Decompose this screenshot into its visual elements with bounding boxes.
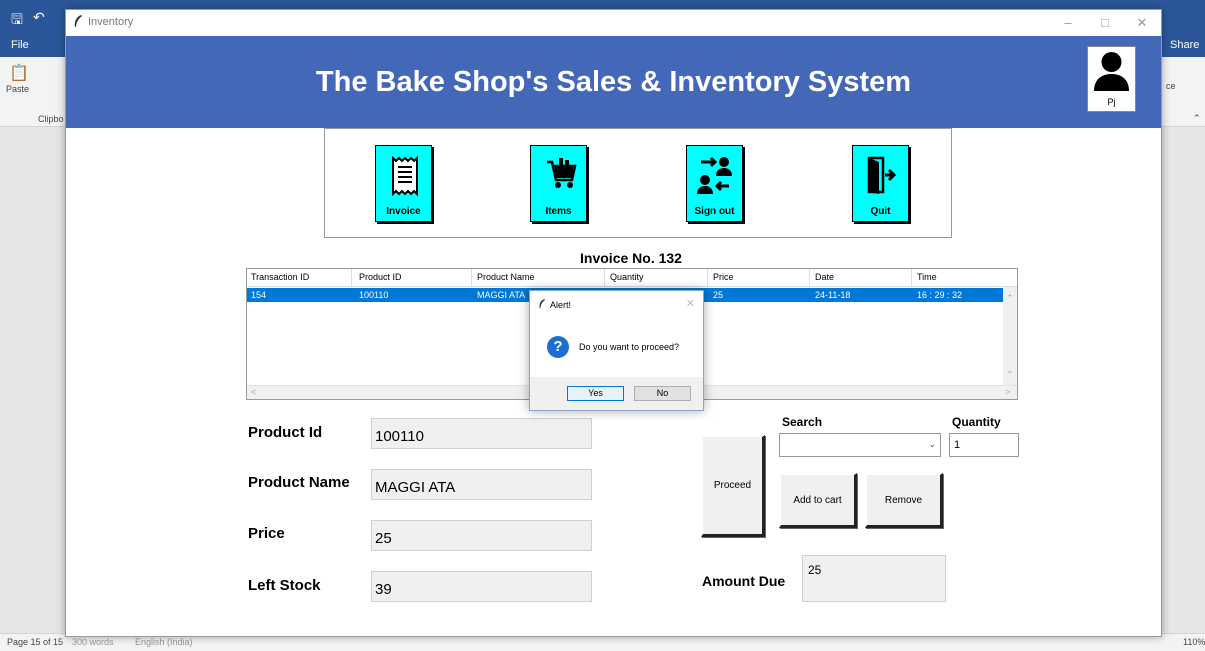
exit-door-icon — [867, 156, 897, 194]
chevron-down-icon[interactable]: ⌄ — [928, 439, 936, 450]
alert-dialog: Alert! ✕ ? Do you want to proceed? Yes N… — [529, 290, 704, 411]
paste-icon[interactable]: 📋 — [9, 63, 29, 83]
amount-due-field[interactable]: 25 — [802, 555, 946, 602]
signout-button[interactable]: Sign out — [686, 145, 743, 222]
table-cell: 100110 — [359, 290, 389, 300]
cart-icon — [547, 158, 577, 188]
price-field[interactable]: 25 — [371, 520, 592, 551]
word-share-button[interactable]: Share — [1170, 39, 1199, 51]
word-tab-file[interactable]: File — [11, 39, 29, 51]
status-page[interactable]: Page 15 of 15 — [7, 637, 63, 647]
left-stock-field[interactable]: 39 — [371, 571, 592, 602]
vertical-scrollbar[interactable]: ⌃ ⌄ — [1003, 287, 1017, 385]
minimize-icon[interactable]: – — [1054, 13, 1082, 33]
table-cell: 25 — [713, 290, 724, 300]
status-words[interactable]: 300 words — [72, 637, 114, 647]
ribbon-collapse-icon[interactable]: ⌃ — [1193, 113, 1201, 124]
save-icon[interactable]: 🖫 — [11, 9, 23, 33]
alert-footer: Yes No — [530, 377, 703, 410]
quit-button-label: Quit — [870, 206, 891, 217]
app-title: The Bake Shop's Sales & Inventory System — [315, 66, 912, 98]
amount-due-label: Amount Due — [702, 573, 786, 589]
alert-title: Alert! — [550, 300, 572, 310]
table-cell: MAGGI ATA — [477, 290, 526, 300]
invoice-number: Invoice No. 132 — [580, 250, 682, 266]
price-label: Price — [248, 525, 285, 542]
search-label: Search — [782, 415, 823, 429]
app-header: The Bake Shop's Sales & Inventory System… — [66, 36, 1161, 128]
left-stock-label: Left Stock — [248, 577, 321, 594]
feather-icon — [539, 299, 546, 309]
product-name-field[interactable]: MAGGI ATA — [371, 469, 592, 500]
window-title: Inventory — [88, 16, 134, 28]
ribbon-fragment-right: ce — [1166, 81, 1176, 91]
items-button-label: Items — [545, 206, 572, 217]
scroll-left-icon[interactable]: < — [251, 387, 256, 397]
column-header[interactable]: Transaction ID — [251, 272, 309, 282]
quit-button[interactable]: Quit — [852, 145, 909, 222]
column-header[interactable]: Quantity — [610, 272, 644, 282]
quantity-label: Quantity — [952, 415, 1001, 429]
column-header[interactable]: Product Name — [477, 272, 535, 282]
close-icon[interactable]: ✕ — [1128, 13, 1156, 33]
table-cell: 24-11-18 — [815, 290, 851, 300]
undo-icon[interactable]: ↶ — [33, 9, 45, 26]
status-zoom[interactable]: 110% — [1183, 637, 1205, 647]
scroll-right-icon[interactable]: > — [1005, 387, 1010, 397]
column-header[interactable]: Date — [815, 272, 834, 282]
user-avatar[interactable]: Pj — [1087, 46, 1136, 112]
toolbar-frame: Invoice Items Sign out Quit — [324, 128, 952, 238]
column-header[interactable]: Product ID — [359, 272, 402, 282]
search-combobox[interactable]: ⌄ — [779, 433, 941, 457]
close-icon[interactable]: ✕ — [686, 297, 695, 310]
user-initials: Pj — [1107, 97, 1116, 107]
receipt-icon — [392, 156, 418, 196]
maximize-icon[interactable]: □ — [1091, 13, 1119, 33]
scroll-down-icon[interactable]: ⌄ — [1006, 365, 1014, 376]
add-to-cart-button[interactable]: Add to cart — [779, 473, 857, 528]
signout-button-label: Sign out — [694, 206, 735, 217]
yes-button[interactable]: Yes — [567, 386, 624, 401]
proceed-button[interactable]: Proceed — [701, 435, 765, 537]
table-header: Transaction ID Product ID Product Name Q… — [247, 269, 1017, 287]
column-header[interactable]: Time — [917, 272, 937, 282]
users-swap-icon — [697, 156, 732, 194]
user-icon — [1094, 52, 1129, 91]
inventory-window: Inventory – □ ✕ The Bake Shop's Sales & … — [65, 9, 1162, 637]
quantity-input[interactable]: 1 — [949, 433, 1019, 457]
alert-message: Do you want to proceed? — [579, 342, 680, 352]
column-header[interactable]: Price — [713, 272, 734, 282]
paste-label[interactable]: Paste — [6, 84, 29, 94]
window-titlebar[interactable]: Inventory – □ ✕ — [66, 10, 1161, 36]
product-name-label: Product Name — [248, 474, 350, 491]
status-language[interactable]: English (India) — [135, 637, 193, 647]
no-button[interactable]: No — [634, 386, 691, 401]
question-icon: ? — [547, 336, 569, 358]
remove-button[interactable]: Remove — [865, 473, 943, 528]
invoice-button[interactable]: Invoice — [375, 145, 432, 222]
product-id-label: Product Id — [248, 424, 323, 441]
feather-icon — [74, 15, 82, 27]
table-cell: 154 — [251, 290, 267, 300]
product-id-field[interactable]: 100110 — [371, 418, 592, 449]
invoice-button-label: Invoice — [386, 206, 421, 217]
table-cell: 16 : 29 : 32 — [917, 290, 963, 300]
scroll-up-icon[interactable]: ⌃ — [1006, 293, 1014, 304]
clipboard-group-label: Clipbo — [38, 114, 64, 124]
items-button[interactable]: Items — [530, 145, 587, 222]
